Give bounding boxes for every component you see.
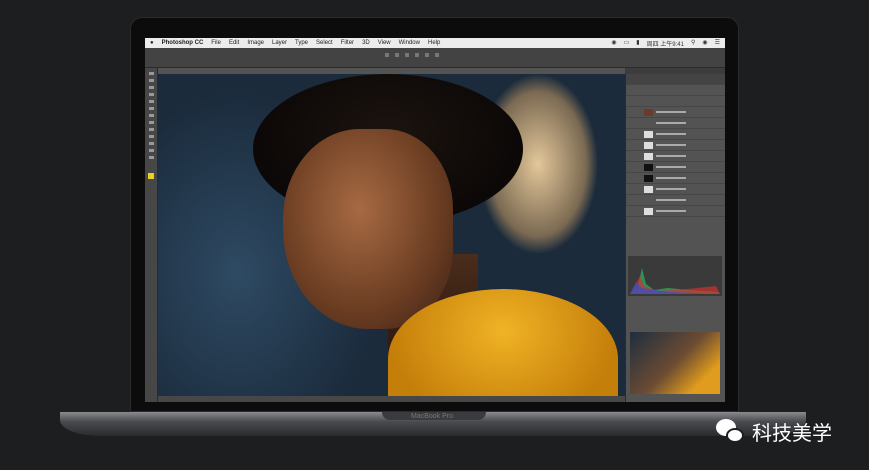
crop-tool-icon[interactable]: [148, 93, 154, 96]
histogram: [628, 256, 722, 296]
menu-app-name[interactable]: Photoshop CC: [162, 40, 204, 46]
watermark: 科技美学: [716, 417, 832, 446]
siri-icon[interactable]: ◉: [702, 39, 707, 48]
eraser-tool-icon[interactable]: [148, 121, 154, 124]
zoom-tool-icon[interactable]: [148, 156, 154, 159]
layer-row[interactable]: [626, 195, 725, 206]
layers-panel: [625, 74, 725, 402]
menu-filter[interactable]: Filter: [341, 40, 354, 46]
menu-file[interactable]: File: [211, 40, 221, 46]
align-icon[interactable]: [395, 53, 399, 57]
lasso-tool-icon[interactable]: [148, 86, 154, 89]
tools-panel: [145, 68, 158, 402]
battery-icon[interactable]: ▮: [636, 39, 639, 48]
clock[interactable]: 周四 上午9:41: [647, 39, 684, 48]
eyedropper-tool-icon[interactable]: [148, 100, 154, 103]
pen-tool-icon[interactable]: [148, 135, 154, 138]
brush-tool-icon[interactable]: [148, 107, 154, 110]
layer-row[interactable]: [626, 118, 725, 129]
stamp-tool-icon[interactable]: [148, 114, 154, 117]
laptop-brand-label: MacBook Pro: [411, 413, 454, 420]
align-icon[interactable]: [405, 53, 409, 57]
menu-bar: ● Photoshop CC File Edit Image Layer Typ…: [145, 38, 725, 48]
options-bar: [145, 48, 725, 68]
photo-face: [283, 129, 453, 329]
align-icon[interactable]: [425, 53, 429, 57]
navigator-thumbnail[interactable]: [630, 332, 720, 394]
menu-type[interactable]: Type: [295, 40, 308, 46]
menu-window[interactable]: Window: [399, 40, 420, 46]
layer-row[interactable]: [626, 129, 725, 140]
marquee-tool-icon[interactable]: [148, 79, 154, 82]
airplay-icon[interactable]: ▭: [624, 39, 630, 48]
hand-tool-icon[interactable]: [148, 149, 154, 152]
menu-view[interactable]: View: [378, 40, 391, 46]
layer-row[interactable]: [626, 162, 725, 173]
layer-row[interactable]: [626, 107, 725, 118]
wechat-icon: [716, 418, 746, 445]
layer-row[interactable]: [626, 151, 725, 162]
status-bar: [158, 396, 625, 402]
watermark-text: 科技美学: [752, 423, 832, 445]
align-icon[interactable]: [415, 53, 419, 57]
layer-row[interactable]: [626, 206, 725, 217]
apple-icon[interactable]: ●: [150, 40, 154, 46]
menu-3d[interactable]: 3D: [362, 40, 370, 46]
gradient-tool-icon[interactable]: [148, 128, 154, 131]
align-icon[interactable]: [435, 53, 439, 57]
align-icon[interactable]: [385, 53, 389, 57]
menu-layer[interactable]: Layer: [272, 40, 287, 46]
menu-help[interactable]: Help: [428, 40, 440, 46]
layer-row[interactable]: [626, 184, 725, 195]
image-canvas[interactable]: [158, 74, 625, 396]
search-icon[interactable]: ⚲: [691, 39, 695, 48]
list-icon[interactable]: ☰: [715, 39, 720, 48]
layer-row[interactable]: [626, 140, 725, 151]
menu-edit[interactable]: Edit: [229, 40, 239, 46]
photoshop-window: ● Photoshop CC File Edit Image Layer Typ…: [145, 38, 725, 402]
menu-select[interactable]: Select: [316, 40, 333, 46]
layer-row[interactable]: [626, 173, 725, 184]
menu-image[interactable]: Image: [247, 40, 264, 46]
move-tool-icon[interactable]: [148, 72, 154, 75]
type-tool-icon[interactable]: [148, 142, 154, 145]
wifi-icon[interactable]: ◉: [611, 39, 616, 48]
foreground-color-swatch[interactable]: [148, 173, 154, 179]
